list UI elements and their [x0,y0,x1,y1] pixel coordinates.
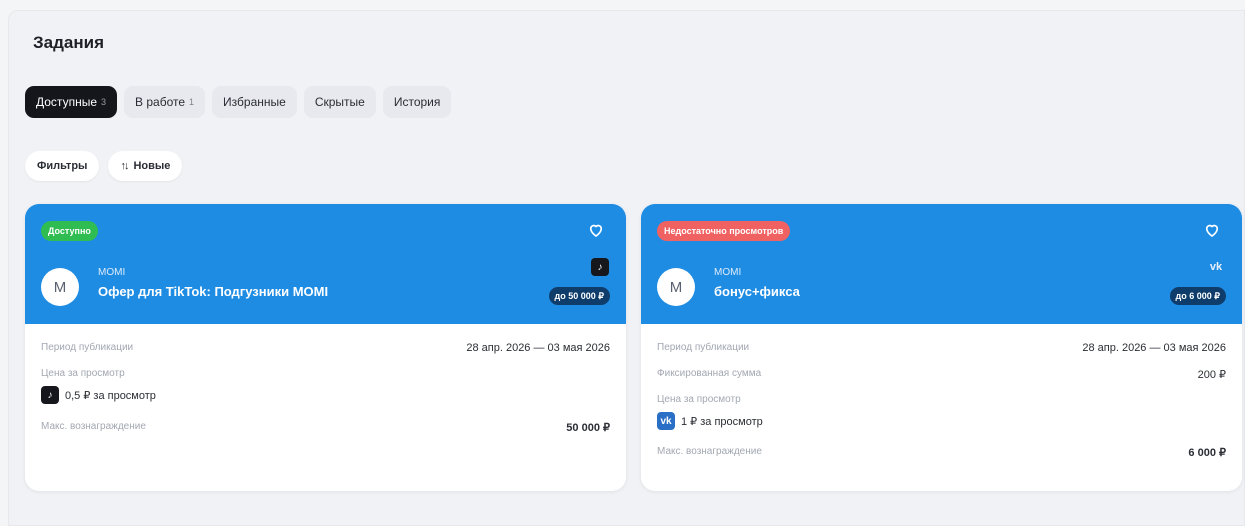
tab-label: История [393,95,441,109]
sort-icon: ↑↓ [120,160,129,172]
tab-in-progress[interactable]: В работе 1 [124,86,206,118]
tab-label: Доступные [36,95,97,109]
heart-icon[interactable] [1203,221,1221,239]
task-title: бонус+фикса [714,284,800,299]
tab-count: 3 [101,97,107,107]
fixed-amount-label: Фиксированная сумма [657,368,762,379]
tiktok-icon: ♪ [41,386,59,404]
price-value: 0,5 ₽ за просмотр [65,389,156,402]
fixed-amount-value: 200 ₽ [1197,369,1226,381]
period-label: Период публикации [657,342,750,353]
sort-label: Новые [133,160,171,172]
brand-name: MOMI [714,267,742,278]
vk-icon: vk [657,412,675,430]
status-badge: Доступно [41,221,98,241]
tab-favorites[interactable]: Избранные [212,86,297,118]
task-card[interactable]: Недостаточно просмотров M MOMI бонус+фик… [641,204,1242,491]
max-reward-value: 6 000 ₽ [1188,447,1226,459]
tab-count: 1 [189,97,195,107]
tab-bar: Доступные 3 В работе 1 Избранные Скрытые… [25,86,452,118]
vk-icon: vk [1207,258,1225,276]
tab-history[interactable]: История [382,86,452,118]
tab-label: Избранные [223,95,286,109]
task-card[interactable]: Доступно M MOMI Офер для TikTok: Подгузн… [25,204,626,491]
task-title: Офер для TikTok: Подгузники MOMI [98,284,329,299]
status-badge: Недостаточно просмотров [657,221,791,241]
filter-bar: Фильтры ↑↓ Новые [25,151,183,181]
sort-button[interactable]: ↑↓ Новые [108,151,183,181]
period-value: 28 апр. 2026 — 03 мая 2026 [466,342,610,354]
max-reward-value: 50 000 ₽ [566,422,610,434]
price-row: ♪ 0,5 ₽ за просмотр [41,386,156,404]
tasks-page: Задания Доступные 3 В работе 1 Избранные… [8,10,1245,526]
page-title: Задания [33,33,104,52]
tiktok-icon: ♪ [591,258,609,276]
tab-available[interactable]: Доступные 3 [25,86,118,118]
period-value: 28 апр. 2026 — 03 мая 2026 [1082,342,1226,354]
max-reward-label: Макс. вознаграждение [41,421,146,432]
card-header: Недостаточно просмотров M MOMI бонус+фик… [641,204,1242,324]
filters-label: Фильтры [37,160,88,172]
max-reward-label: Макс. вознаграждение [657,446,762,457]
price-label: Цена за просмотр [657,394,741,405]
reward-badge: до 50 000 ₽ [548,287,610,305]
period-label: Период публикации [41,342,134,353]
filters-button[interactable]: Фильтры [25,151,100,181]
tab-label: Скрытые [314,95,365,109]
brand-name: MOMI [98,267,126,278]
reward-badge: до 6 000 ₽ [1169,287,1226,305]
heart-icon[interactable] [587,221,605,239]
price-label: Цена за просмотр [41,368,125,379]
tab-hidden[interactable]: Скрытые [303,86,376,118]
card-header: Доступно M MOMI Офер для TikTok: Подгузн… [25,204,626,324]
avatar: M [41,268,79,306]
avatar: M [657,268,695,306]
price-value: 1 ₽ за просмотр [681,415,763,428]
tab-label: В работе [135,95,186,109]
price-row: vk 1 ₽ за просмотр [657,412,763,430]
